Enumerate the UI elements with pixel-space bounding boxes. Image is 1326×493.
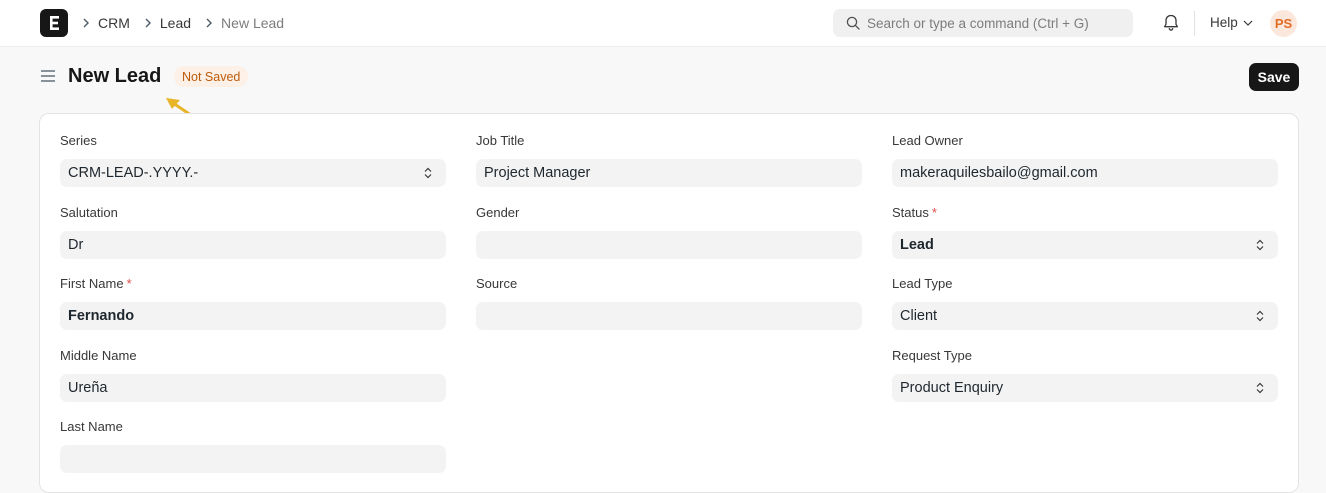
chevron-down-icon xyxy=(1243,20,1253,26)
required-asterisk: * xyxy=(126,276,132,291)
lead-type-select[interactable]: Client xyxy=(892,302,1278,330)
chevron-right-icon xyxy=(82,18,90,28)
gender-label: Gender xyxy=(476,205,520,220)
salutation-label: Salutation xyxy=(60,205,118,220)
series-value: CRM-LEAD-.YYYY.- xyxy=(68,165,199,181)
app-logo[interactable] xyxy=(40,9,68,37)
first-name-input[interactable]: Fernando xyxy=(60,302,446,330)
series-label: Series xyxy=(60,133,97,148)
first-name-value: Fernando xyxy=(68,308,135,324)
source-label: Source xyxy=(476,276,518,291)
avatar[interactable]: PS xyxy=(1270,10,1297,37)
series-select[interactable]: CRM-LEAD-.YYYY.- xyxy=(60,159,446,187)
breadcrumb-crm[interactable]: CRM xyxy=(98,15,130,31)
status-select[interactable]: Lead xyxy=(892,231,1278,259)
chevron-right-icon xyxy=(144,18,152,28)
middle-name-label: Middle Name xyxy=(60,348,137,363)
lead-owner-input[interactable]: makeraquilesbailo@gmail.com xyxy=(892,159,1278,187)
top-navbar: CRM Lead New Lead Help PS xyxy=(0,0,1326,47)
breadcrumb: CRM Lead New Lead xyxy=(82,14,298,32)
source-field: Source xyxy=(476,276,862,330)
salutation-value: Dr xyxy=(68,237,84,253)
status-field: Status * Lead xyxy=(892,205,1278,259)
select-arrows-icon xyxy=(424,167,432,179)
gender-input[interactable] xyxy=(476,231,862,259)
page-title: New Lead xyxy=(68,65,162,87)
last-name-label: Last Name xyxy=(60,419,123,434)
e-logo-icon xyxy=(50,16,59,30)
lead-owner-label: Lead Owner xyxy=(892,133,963,148)
middle-name-value: Ureña xyxy=(68,380,108,396)
salutation-field: Salutation Dr xyxy=(60,205,446,259)
navbar-divider xyxy=(1194,11,1195,36)
help-label: Help xyxy=(1210,15,1238,30)
source-input[interactable] xyxy=(476,302,862,330)
save-button[interactable]: Save xyxy=(1249,63,1299,91)
salutation-input[interactable]: Dr xyxy=(60,231,446,259)
sidebar-toggle-icon[interactable] xyxy=(40,69,56,83)
status-value: Lead xyxy=(900,237,934,253)
status-label: Status * xyxy=(892,205,937,220)
lead-type-field: Lead Type Client xyxy=(892,276,1278,330)
middle-name-input[interactable]: Ureña xyxy=(60,374,446,402)
search-icon xyxy=(846,16,860,30)
breadcrumb-lead[interactable]: Lead xyxy=(160,15,191,31)
search-bar[interactable] xyxy=(833,9,1133,37)
last-name-input[interactable] xyxy=(60,445,446,473)
middle-name-field: Middle Name Ureña xyxy=(60,348,446,402)
first-name-field: First Name * Fernando xyxy=(60,276,446,330)
last-name-field: Last Name xyxy=(60,419,446,473)
breadcrumb-new-lead[interactable]: New Lead xyxy=(221,15,284,31)
request-type-value: Product Enquiry xyxy=(900,380,1004,396)
job-title-input[interactable]: Project Manager xyxy=(476,159,862,187)
status-badge: Not Saved xyxy=(174,66,249,87)
request-type-field: Request Type Product Enquiry xyxy=(892,348,1278,402)
lead-owner-value: makeraquilesbailo@gmail.com xyxy=(900,165,1098,181)
lead-owner-field: Lead Owner makeraquilesbailo@gmail.com xyxy=(892,133,1278,187)
gender-field: Gender xyxy=(476,205,862,259)
job-title-field: Job Title Project Manager xyxy=(476,133,862,187)
notification-bell-icon[interactable] xyxy=(1161,13,1181,33)
series-field: Series CRM-LEAD-.YYYY.- xyxy=(60,133,446,187)
first-name-label: First Name * xyxy=(60,276,132,291)
request-type-label: Request Type xyxy=(892,348,972,363)
required-asterisk: * xyxy=(931,205,937,220)
request-type-select[interactable]: Product Enquiry xyxy=(892,374,1278,402)
select-arrows-icon xyxy=(1256,382,1264,394)
help-menu[interactable]: Help xyxy=(1210,15,1253,30)
lead-type-value: Client xyxy=(900,308,938,324)
lead-type-label: Lead Type xyxy=(892,276,953,291)
lead-form-card: Series CRM-LEAD-.YYYY.- Salutation Dr Fi… xyxy=(39,113,1299,493)
chevron-right-icon xyxy=(205,18,213,28)
search-input[interactable] xyxy=(867,9,1127,37)
select-arrows-icon xyxy=(1256,239,1264,251)
select-arrows-icon xyxy=(1256,310,1264,322)
job-title-value: Project Manager xyxy=(484,165,591,181)
job-title-label: Job Title xyxy=(476,133,525,148)
